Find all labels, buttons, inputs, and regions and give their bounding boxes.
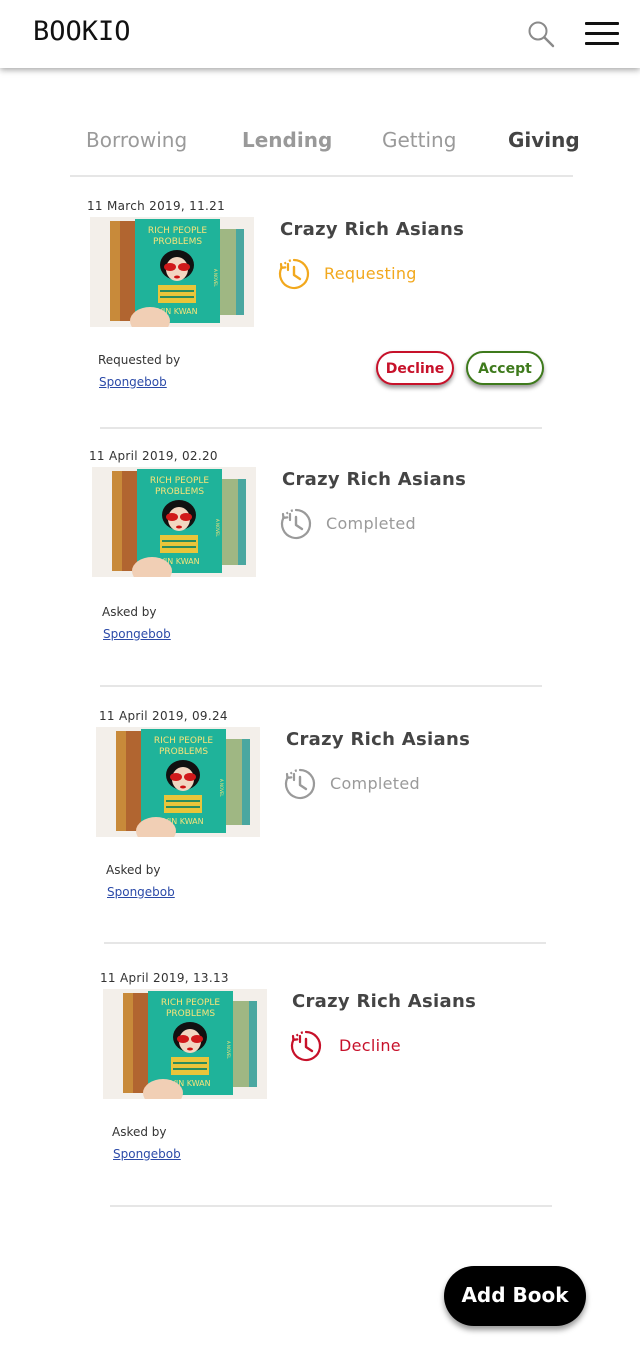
- clock-history-icon: [284, 768, 316, 800]
- request-date: 11 April 2019, 02.20: [89, 449, 218, 463]
- book-cover-image[interactable]: RICH PEOPLE PROBLEMS VIN KWAN A NOVEL: [103, 989, 267, 1099]
- request-date: 11 March 2019, 11.21: [87, 199, 225, 213]
- svg-text:A NOVEL: A NOVEL: [213, 269, 218, 287]
- clock-history-icon: [278, 258, 310, 290]
- svg-text:PROBLEMS: PROBLEMS: [153, 237, 202, 247]
- card-divider: [100, 685, 542, 687]
- svg-text:PROBLEMS: PROBLEMS: [155, 487, 204, 497]
- clock-history-icon: [290, 1030, 322, 1062]
- add-book-button[interactable]: Add Book: [444, 1266, 586, 1326]
- tab-bar: Borrowing Lending Getting Giving: [0, 128, 640, 158]
- asked-by-label: Asked by: [102, 605, 157, 619]
- requester-link[interactable]: Spongebob: [113, 1147, 181, 1161]
- status-label: Decline: [339, 1036, 401, 1055]
- accept-button[interactable]: Accept: [466, 351, 544, 385]
- tabs-underline: [70, 175, 573, 177]
- asked-by-label: Asked by: [112, 1125, 167, 1139]
- card-divider: [100, 427, 542, 429]
- request-date: 11 April 2019, 13.13: [100, 971, 229, 985]
- status-label: Completed: [330, 774, 420, 793]
- svg-text:A NOVEL: A NOVEL: [226, 1041, 231, 1059]
- clock-history-icon: [280, 508, 312, 540]
- book-cover-illustration: RICH PEOPLEPROBLEMSVIN KWANA NOVEL: [103, 989, 267, 1099]
- svg-text:PROBLEMS: PROBLEMS: [159, 747, 208, 757]
- request-date: 11 April 2019, 09.24: [99, 709, 228, 723]
- book-cover-image[interactable]: RICH PEOPLE PROBLEMS VIN KWAN A NOVEL: [90, 217, 254, 327]
- app-logo[interactable]: BOOKIO: [33, 16, 131, 47]
- hamburger-menu-icon[interactable]: [585, 22, 619, 46]
- svg-text:RICH PEOPLE: RICH PEOPLE: [154, 736, 213, 746]
- asked-by-label: Asked by: [106, 863, 161, 877]
- svg-text:RICH PEOPLE: RICH PEOPLE: [150, 476, 209, 486]
- requester-link[interactable]: Spongebob: [107, 885, 175, 899]
- book-cover-image[interactable]: RICH PEOPLE PROBLEMS VIN KWAN A NOVEL: [96, 727, 260, 837]
- book-cover-image[interactable]: RICH PEOPLE PROBLEMS VIN KWAN A NOVEL: [92, 467, 256, 577]
- book-cover-illustration: RICH PEOPLEPROBLEMSVIN KWANA NOVEL: [92, 467, 256, 577]
- search-icon[interactable]: [527, 20, 555, 48]
- card-divider: [110, 1205, 552, 1207]
- requester-link[interactable]: Spongebob: [103, 627, 171, 641]
- book-title[interactable]: Crazy Rich Asians: [282, 469, 466, 490]
- book-title[interactable]: Crazy Rich Asians: [286, 729, 470, 750]
- tab-lending[interactable]: Lending: [242, 128, 332, 152]
- svg-text:RICH PEOPLE: RICH PEOPLE: [148, 226, 207, 236]
- svg-text:PROBLEMS: PROBLEMS: [166, 1009, 215, 1019]
- status-label: Requesting: [324, 264, 417, 283]
- request-card: 11 April 2019, 13.13 RICH PEOPLE PROBLEMS…: [100, 971, 570, 1211]
- tab-getting[interactable]: Getting: [382, 128, 456, 152]
- svg-text:RICH PEOPLE: RICH PEOPLE: [161, 998, 220, 1008]
- requested-by-label: Requested by: [98, 353, 181, 367]
- decline-button[interactable]: Decline: [376, 351, 454, 385]
- app-header: BOOKIO: [0, 0, 640, 68]
- book-cover-illustration: RICH PEOPLEPROBLEMSVIN KWANA NOVEL: [96, 727, 260, 837]
- status-label: Completed: [326, 514, 416, 533]
- svg-text:A NOVEL: A NOVEL: [215, 519, 220, 537]
- request-card: 11 April 2019, 02.20 RICH PEOPLE PROBLEMS…: [89, 449, 559, 689]
- tab-borrowing[interactable]: Borrowing: [86, 128, 187, 152]
- card-divider: [104, 942, 546, 944]
- request-card: 11 March 2019, 11.21 RICH PEOPLE PROBLEMS…: [87, 199, 557, 439]
- tab-giving[interactable]: Giving: [508, 128, 580, 152]
- book-title[interactable]: Crazy Rich Asians: [292, 991, 476, 1012]
- book-cover-illustration: RICH PEOPLEPROBLEMSVIN KWANA NOVEL: [90, 217, 254, 327]
- svg-text:A NOVEL: A NOVEL: [219, 779, 224, 797]
- request-card: 11 April 2019, 09.24 RICH PEOPLE PROBLEMS…: [96, 709, 569, 949]
- book-title[interactable]: Crazy Rich Asians: [280, 219, 464, 240]
- requester-link[interactable]: Spongebob: [99, 375, 167, 389]
